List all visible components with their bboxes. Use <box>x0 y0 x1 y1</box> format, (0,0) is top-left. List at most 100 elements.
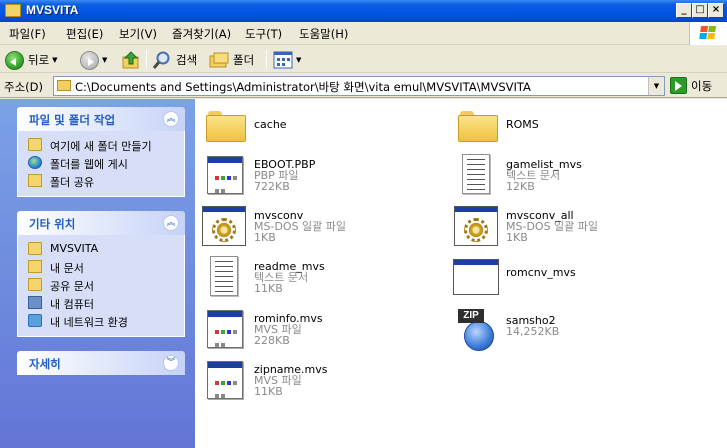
place-label: 공유 문서 <box>50 280 94 293</box>
back-arrow-icon <box>5 50 24 70</box>
menu-bar: 파일(F) 편집(E) 보기(V) 즐겨찾기(A) 도구(T) 도움말(H) <box>0 22 727 45</box>
file-item-mvsconv[interactable]: mvsconv MS-DOS 일괄 파일 1KB <box>200 202 430 254</box>
address-input[interactable]: C:\Documents and Settings\Administrator\… <box>53 76 665 96</box>
place-label: 내 문서 <box>50 262 84 275</box>
place-mvsvita[interactable]: MVSVITA <box>18 240 184 258</box>
file-size: 1KB <box>506 231 528 244</box>
toolbar-separator <box>146 50 147 69</box>
menu-tools[interactable]: 도구(T) <box>245 26 282 42</box>
menu-file[interactable]: 파일(F) <box>9 26 46 42</box>
forward-button[interactable]: ▼ <box>80 49 107 71</box>
details-panel: 자세히 ︾ <box>17 351 185 375</box>
file-item-cache[interactable]: cache <box>200 101 430 153</box>
task-new-folder[interactable]: 여기에 새 폴더 만들기 <box>18 136 184 154</box>
place-label: 내 컴퓨터 <box>50 298 94 311</box>
up-folder-button[interactable] <box>121 49 141 71</box>
maximize-button[interactable]: □ <box>692 3 708 18</box>
search-label: 검색 <box>176 53 198 67</box>
place-label: MVSVITA <box>50 242 99 255</box>
file-size: 228KB <box>254 334 290 347</box>
task-label: 여기에 새 폴더 만들기 <box>50 140 152 153</box>
file-size: 1KB <box>254 231 276 244</box>
chevron-up-icon[interactable]: ︽ <box>163 215 179 231</box>
menu-edit[interactable]: 편집(E) <box>66 26 103 42</box>
panel-header[interactable]: 파일 및 폴더 작업 ︽ <box>17 107 185 131</box>
folders-icon <box>209 52 229 68</box>
my-documents-icon <box>28 260 42 273</box>
place-shared-documents[interactable]: 공유 문서 <box>18 276 184 294</box>
file-folder-tasks-panel: 파일 및 폴더 작업 ︽ 여기에 새 폴더 만들기 폴더를 웹에 게시 폴더 공… <box>17 107 185 197</box>
chevron-down-icon[interactable]: ▼ <box>648 77 664 95</box>
title-bar[interactable]: MVSVITA _ □ × <box>0 0 727 22</box>
new-folder-icon <box>28 138 42 151</box>
file-item-roms[interactable]: ROMS <box>452 101 682 153</box>
file-name: romcnv_mvs <box>506 266 576 279</box>
search-button[interactable]: 검색 <box>152 49 197 71</box>
file-item-mvsconv-all[interactable]: mvsconv_all MS-DOS 일괄 파일 1KB <box>452 202 682 254</box>
address-label: 주소(D) <box>4 80 43 94</box>
folder-icon <box>5 4 21 17</box>
text-document-icon <box>200 253 248 301</box>
generic-file-icon <box>200 356 248 404</box>
chevron-down-icon[interactable]: ▼ <box>102 56 107 64</box>
place-my-network[interactable]: 내 네트워크 환경 <box>18 312 184 330</box>
forward-arrow-icon <box>80 50 99 70</box>
search-icon <box>152 51 170 69</box>
views-button[interactable]: ▼ <box>273 49 301 71</box>
folder-icon <box>200 101 248 149</box>
explorer-window: MVSVITA _ □ × 파일(F) 편집(E) 보기(V) 즐겨찾기(A) … <box>0 0 727 448</box>
close-button[interactable]: × <box>708 3 724 18</box>
back-label: 뒤로 <box>28 53 50 67</box>
views-icon <box>273 51 293 69</box>
file-item-zipname[interactable]: zipname.mvs MVS 파일 11KB <box>200 356 430 408</box>
task-label: 폴더 공유 <box>50 176 94 189</box>
file-list: cache ROMS EBOOT.PBP PBP 파일 722KB gameli… <box>195 99 727 448</box>
folders-button[interactable]: 폴더 <box>208 49 254 71</box>
toolbar-separator <box>266 50 267 69</box>
up-folder-icon <box>122 51 139 69</box>
text-document-icon <box>452 151 500 199</box>
panel-header[interactable]: 자세히 ︾ <box>17 351 185 375</box>
go-button[interactable]: 이동 <box>670 77 712 94</box>
network-icon <box>28 314 42 327</box>
panel-body: MVSVITA 내 문서 공유 문서 내 컴퓨터 내 네트워크 환경 <box>17 235 185 337</box>
panel-body: 여기에 새 폴더 만들기 폴더를 웹에 게시 폴더 공유 <box>17 131 185 197</box>
menu-help[interactable]: 도움말(H) <box>299 26 348 42</box>
chevron-up-icon[interactable]: ︽ <box>163 111 179 127</box>
file-name: cache <box>254 118 287 131</box>
file-size: 11KB <box>254 282 283 295</box>
menu-view[interactable]: 보기(V) <box>119 26 157 42</box>
file-item-gamelist[interactable]: gamelist_mvs 텍스트 문서 12KB <box>452 151 682 203</box>
go-label: 이동 <box>691 78 713 93</box>
menu-favorites[interactable]: 즐겨찾기(A) <box>172 26 231 42</box>
file-size: 11KB <box>254 385 283 398</box>
panel-title: 자세히 <box>29 357 61 371</box>
go-arrow-icon <box>670 77 687 94</box>
batch-file-icon <box>452 202 500 250</box>
application-icon <box>452 253 500 301</box>
panel-header[interactable]: 기타 위치 ︽ <box>17 211 185 235</box>
file-item-samsho2[interactable]: ZIP samsho2 14,252KB <box>452 305 682 357</box>
chevron-down-icon[interactable]: ▼ <box>52 56 57 64</box>
folders-label: 폴더 <box>233 53 255 67</box>
chevron-down-icon[interactable]: ︾ <box>163 355 179 371</box>
chevron-down-icon[interactable]: ▼ <box>296 56 301 64</box>
address-path[interactable]: C:\Documents and Settings\Administrator\… <box>75 79 531 95</box>
generic-file-icon <box>200 305 248 353</box>
shared-documents-icon <box>28 278 42 291</box>
file-item-readme[interactable]: readme_mvs 텍스트 문서 11KB <box>200 253 430 305</box>
task-share-folder[interactable]: 폴더 공유 <box>18 172 184 190</box>
computer-icon <box>28 296 42 309</box>
generic-file-icon <box>200 151 248 199</box>
window-title: MVSVITA <box>26 3 79 17</box>
file-item-rominfo[interactable]: rominfo.mvs MVS 파일 228KB <box>200 305 430 357</box>
file-size: 722KB <box>254 180 290 193</box>
minimize-button[interactable]: _ <box>676 3 692 18</box>
toolbar: 뒤로 ▼ ▼ 검색 폴더 ▼ <box>0 46 727 73</box>
place-my-documents[interactable]: 내 문서 <box>18 258 184 276</box>
back-button[interactable]: 뒤로 ▼ <box>5 49 58 71</box>
place-my-computer[interactable]: 내 컴퓨터 <box>18 294 184 312</box>
task-publish-web[interactable]: 폴더를 웹에 게시 <box>18 154 184 172</box>
file-item-romcnv[interactable]: romcnv_mvs <box>452 253 682 305</box>
file-item-eboot[interactable]: EBOOT.PBP PBP 파일 722KB <box>200 151 430 203</box>
